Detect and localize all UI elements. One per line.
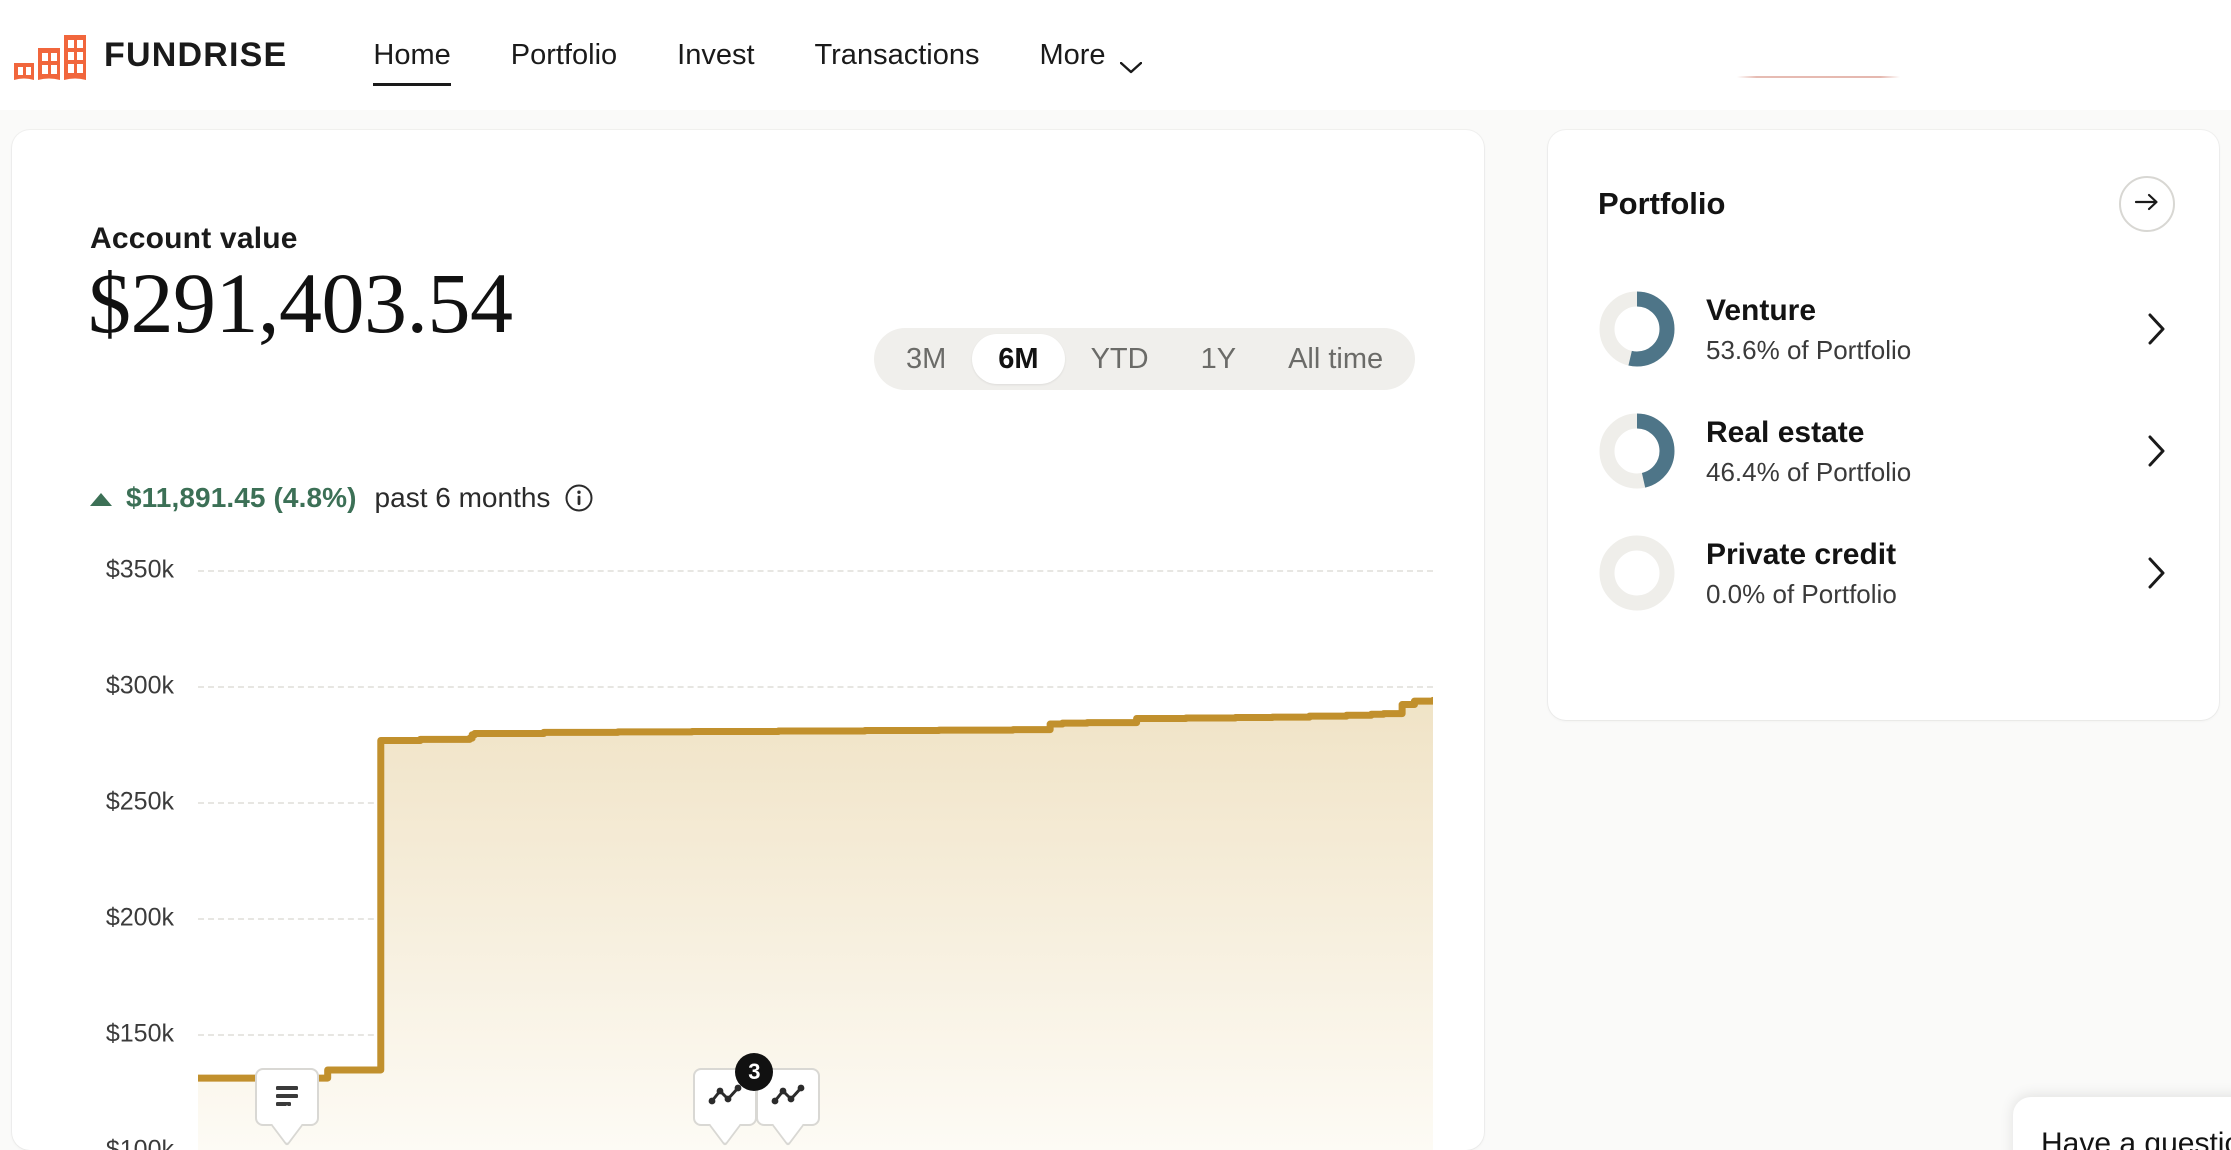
chevron-down-icon: [1119, 49, 1142, 74]
chevron-right-icon: [2147, 312, 2167, 346]
portfolio-row-name: Venture: [1706, 293, 1817, 327]
time-range-selector: 3M 6M YTD 1Y All time: [874, 328, 1416, 390]
chat-support-widget[interactable]: Have a question: [2013, 1097, 2231, 1150]
chart-series-area: [198, 696, 1433, 1150]
account-value-card: Account value $291,403.54 $11,891.45 (4.…: [12, 130, 1484, 1150]
change-period: past 6 months: [374, 482, 551, 513]
range-option-all-time[interactable]: All time: [1262, 334, 1409, 384]
chart-event-marker[interactable]: 3: [693, 1053, 774, 1126]
chart-y-tick-label: $150k: [105, 1019, 174, 1048]
chart-y-tick-label: $350k: [105, 555, 174, 584]
portfolio-row-text: Venture 53.6% of Portfolio: [1706, 292, 2147, 367]
header-accent-divider: [1737, 76, 1900, 78]
portfolio-row[interactable]: Real estate 46.4% of Portfolio: [1598, 390, 2175, 512]
portfolio-row[interactable]: Venture 53.6% of Portfolio: [1598, 268, 2175, 390]
nav-item-home[interactable]: Home: [343, 33, 480, 86]
chart-event-marker[interactable]: [254, 1068, 319, 1126]
page-body: Account value $291,403.54 $11,891.45 (4.…: [0, 110, 2231, 1150]
account-value-change: $11,891.45 (4.8%) past 6 months: [90, 482, 594, 514]
chart-y-tick-label: $250k: [105, 787, 174, 816]
portfolio-donut-chart: [1599, 535, 1675, 611]
portfolio-row-percent: 0.0% of Portfolio: [1706, 579, 1897, 610]
portfolio-rows: Venture 53.6% of Portfolio Real estate 46.4…: [1598, 268, 2175, 634]
chart-y-axis: $350k $300k $250k $200k $150k $100k: [12, 556, 192, 1150]
nav-item-more[interactable]: More: [1009, 33, 1171, 78]
portfolio-row-name: Real estate: [1706, 415, 1865, 449]
portfolio-header: Portfolio: [1598, 176, 2175, 232]
chevron-right-icon: [2147, 434, 2167, 468]
portfolio-row-name: Private credit: [1706, 537, 1897, 571]
chart-y-tick-label: $300k: [105, 671, 174, 700]
info-circle-icon[interactable]: [564, 483, 594, 513]
main-nav: Home Portfolio Invest Transactions More: [343, 33, 1171, 86]
trend-up-icon: [90, 492, 112, 506]
line-chart-icon: [771, 1083, 805, 1112]
nav-item-transactions[interactable]: Transactions: [785, 33, 1010, 78]
range-option-6m[interactable]: 6M: [972, 334, 1065, 384]
account-value-chart: $350k$300k$250k$200k$150k$100k 3 Jul '24…: [12, 556, 1484, 1150]
portfolio-row-text: Private credit 0.0% of Portfolio: [1706, 536, 2147, 611]
portfolio-title: Portfolio: [1598, 186, 1726, 221]
portfolio-donut-chart: [1599, 413, 1675, 489]
portfolio-open-button[interactable]: [2119, 176, 2175, 232]
nav-item-invest[interactable]: Invest: [647, 33, 784, 78]
portfolio-donut-chart: [1599, 291, 1675, 367]
fundrise-buildings-logo-icon: [12, 30, 88, 80]
chart-plot-area: 3: [198, 570, 1433, 1150]
portfolio-row[interactable]: Private credit 0.0% of Portfolio: [1598, 512, 2175, 634]
chart-y-tick-label: $200k: [105, 903, 174, 932]
range-option-ytd[interactable]: YTD: [1065, 334, 1175, 384]
change-amount: $11,891.45 (4.8%): [126, 482, 357, 513]
portfolio-row-text: Real estate 46.4% of Portfolio: [1706, 414, 2147, 489]
account-value-amount: $291,403.54: [88, 255, 513, 351]
account-value-label: Account value: [90, 222, 298, 255]
document-lines-icon: [272, 1082, 302, 1113]
portfolio-card: Portfolio Venture 53.6% of Portfolio Real …: [1548, 130, 2219, 720]
nav-item-portfolio[interactable]: Portfolio: [481, 33, 647, 78]
range-option-3m[interactable]: 3M: [880, 334, 972, 384]
portfolio-row-percent: 53.6% of Portfolio: [1706, 335, 1912, 366]
nav-item-more-label: More: [1039, 38, 1106, 71]
chevron-right-icon: [2147, 556, 2167, 590]
line-chart-icon: [708, 1083, 742, 1112]
chart-y-tick-label: $100k: [105, 1135, 174, 1150]
top-navigation-bar: FUNDRISE Home Portfolio Invest Transacti…: [0, 0, 2231, 110]
portfolio-row-percent: 46.4% of Portfolio: [1706, 457, 1912, 488]
brand-logo[interactable]: FUNDRISE: [12, 30, 287, 80]
chat-widget-text: Have a question: [2041, 1127, 2231, 1150]
arrow-right-icon: [2134, 191, 2160, 218]
brand-name: FUNDRISE: [104, 35, 288, 74]
range-option-1y[interactable]: 1Y: [1175, 334, 1262, 384]
